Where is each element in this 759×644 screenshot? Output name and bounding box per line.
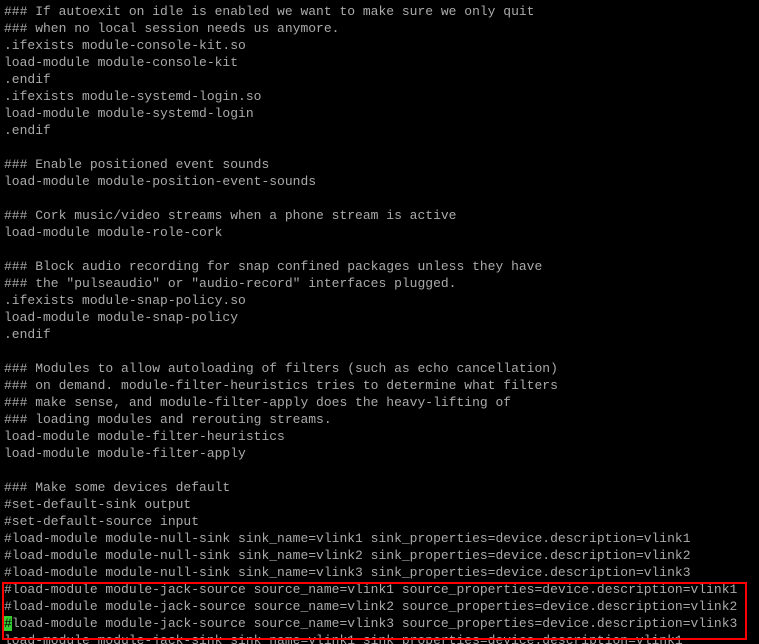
terminal-line-1: ### when no local session needs us anymo…	[4, 20, 755, 37]
terminal-line-17: .ifexists module-snap-policy.so	[4, 292, 755, 309]
terminal-line-27	[4, 462, 755, 479]
terminal-line-32: #load-module module-null-sink sink_name=…	[4, 547, 755, 564]
terminal-line-24: ### loading modules and rerouting stream…	[4, 411, 755, 428]
terminal-cursor: #	[4, 616, 12, 631]
terminal-line-0: ### If autoexit on idle is enabled we wa…	[4, 3, 755, 20]
terminal-line-4: .endif	[4, 71, 755, 88]
terminal-line-18: load-module module-snap-policy	[4, 309, 755, 326]
terminal-line-15: ### Block audio recording for snap confi…	[4, 258, 755, 275]
terminal-line-6: load-module module-systemd-login	[4, 105, 755, 122]
terminal-cursor-rest: load-module module-jack-source source_na…	[12, 616, 738, 631]
terminal-line-33: #load-module module-null-sink sink_name=…	[4, 564, 755, 581]
terminal-line-16: ### the "pulseaudio" or "audio-record" i…	[4, 275, 755, 292]
terminal-line-26: load-module module-filter-apply	[4, 445, 755, 462]
terminal-line-8	[4, 139, 755, 156]
terminal-line-29: #set-default-sink output	[4, 496, 755, 513]
terminal-line-34: #load-module module-jack-source source_n…	[4, 581, 755, 598]
terminal-line-23: ### make sense, and module-filter-apply …	[4, 394, 755, 411]
terminal-line-19: .endif	[4, 326, 755, 343]
terminal-cursor-line: #load-module module-jack-source source_n…	[4, 615, 755, 632]
terminal-line-31: #load-module module-null-sink sink_name=…	[4, 530, 755, 547]
terminal-line-3: load-module module-console-kit	[4, 54, 755, 71]
terminal-line-13: load-module module-role-cork	[4, 224, 755, 241]
terminal-view[interactable]: ### If autoexit on idle is enabled we wa…	[0, 0, 759, 644]
terminal-line-10: load-module module-position-event-sounds	[4, 173, 755, 190]
terminal-line-2: .ifexists module-console-kit.so	[4, 37, 755, 54]
terminal-line-21: ### Modules to allow autoloading of filt…	[4, 360, 755, 377]
terminal-highlighted-line-0: load-module module-jack-sink sink_name=v…	[4, 632, 755, 644]
terminal-line-12: ### Cork music/video streams when a phon…	[4, 207, 755, 224]
terminal-line-20	[4, 343, 755, 360]
terminal-line-14	[4, 241, 755, 258]
terminal-line-7: .endif	[4, 122, 755, 139]
terminal-line-30: #set-default-source input	[4, 513, 755, 530]
terminal-line-11	[4, 190, 755, 207]
terminal-line-28: ### Make some devices default	[4, 479, 755, 496]
terminal-line-35: #load-module module-jack-source source_n…	[4, 598, 755, 615]
terminal-line-25: load-module module-filter-heuristics	[4, 428, 755, 445]
terminal-line-22: ### on demand. module-filter-heuristics …	[4, 377, 755, 394]
terminal-line-9: ### Enable positioned event sounds	[4, 156, 755, 173]
terminal-line-5: .ifexists module-systemd-login.so	[4, 88, 755, 105]
